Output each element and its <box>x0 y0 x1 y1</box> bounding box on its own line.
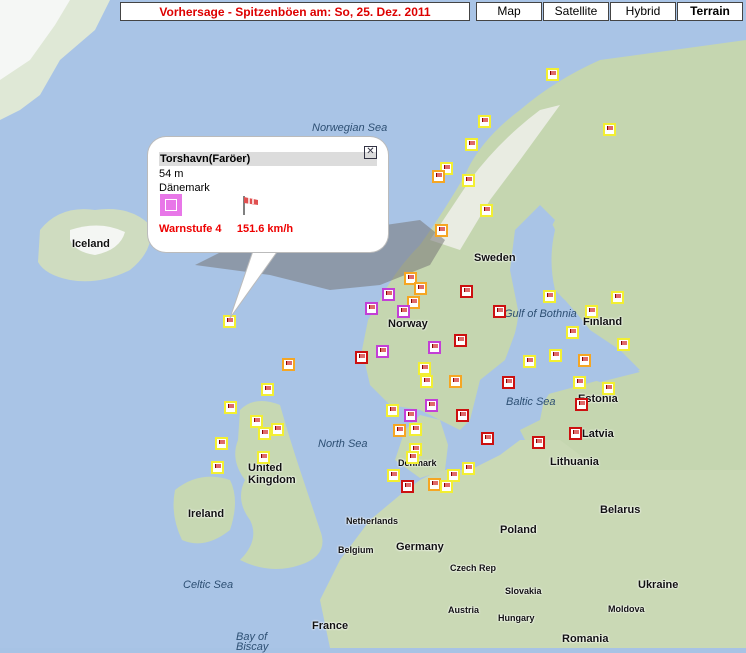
station-marker[interactable] <box>549 349 562 362</box>
station-marker[interactable] <box>435 224 448 237</box>
label-poland: Poland <box>500 524 537 536</box>
station-marker[interactable] <box>404 409 417 422</box>
station-marker[interactable] <box>440 480 453 493</box>
station-marker[interactable] <box>261 383 274 396</box>
station-marker[interactable] <box>460 285 473 298</box>
station-marker[interactable] <box>602 382 615 395</box>
station-marker[interactable] <box>271 423 284 436</box>
forecast-title: Vorhersage - Spitzenböen am: So, 25. Dez… <box>120 2 470 21</box>
map-type-terrain[interactable]: Terrain <box>677 2 743 21</box>
station-marker[interactable] <box>478 115 491 128</box>
station-marker[interactable] <box>611 291 624 304</box>
station-marker[interactable] <box>456 409 469 422</box>
station-marker[interactable] <box>480 204 493 217</box>
station-marker[interactable] <box>401 480 414 493</box>
station-marker[interactable] <box>382 288 395 301</box>
station-marker[interactable] <box>546 68 559 81</box>
map-type-hybrid[interactable]: Hybrid <box>610 2 676 21</box>
station-marker[interactable] <box>215 437 228 450</box>
map-type-switcher: Map Satellite Hybrid Terrain <box>476 2 744 21</box>
station-marker[interactable] <box>465 138 478 151</box>
label-france: France <box>312 620 349 632</box>
station-marker[interactable] <box>449 375 462 388</box>
station-marker[interactable] <box>566 326 579 339</box>
station-marker[interactable] <box>532 436 545 449</box>
label-czech-rep: Czech Rep <box>450 563 497 573</box>
close-icon[interactable]: ✕ <box>364 146 377 159</box>
station-marker[interactable] <box>397 305 410 318</box>
label-lithuania: Lithuania <box>550 456 599 468</box>
label-belarus: Belarus <box>600 504 641 516</box>
label-baltic-sea: Baltic Sea <box>506 396 556 408</box>
station-marker[interactable] <box>387 469 400 482</box>
label-bay-of-biscay: Bay of Biscay <box>236 631 269 653</box>
station-marker[interactable] <box>355 351 368 364</box>
station-marker[interactable] <box>603 123 616 136</box>
wind-flag-icon <box>243 196 258 215</box>
gust-unit: km/h <box>267 223 294 235</box>
station-marker[interactable] <box>420 375 433 388</box>
station-marker[interactable] <box>428 341 441 354</box>
label-norway: Norway <box>388 318 428 330</box>
station-marker[interactable] <box>211 461 224 474</box>
station-marker[interactable] <box>257 451 270 464</box>
warning-line: Warnstufe 4 151.6 km/h <box>159 223 293 235</box>
station-marker[interactable] <box>543 290 556 303</box>
station-marker[interactable] <box>502 376 515 389</box>
warning-level-text: Warnstufe 4 <box>159 223 222 235</box>
station-marker[interactable] <box>585 305 598 318</box>
map-type-map[interactable]: Map <box>476 2 542 21</box>
label-united-kingdom: United Kingdom <box>248 462 296 486</box>
station-marker[interactable] <box>462 462 475 475</box>
station-marker[interactable] <box>224 401 237 414</box>
station-marker[interactable] <box>432 170 445 183</box>
label-norwegian-sea: Norwegian Sea <box>312 122 388 134</box>
station-marker[interactable] <box>578 354 591 367</box>
station-info-popup: Torshavn(Faröer) ✕ 54 m Dänemark Warnstu… <box>148 137 388 252</box>
label-iceland: Iceland <box>72 238 110 250</box>
station-marker[interactable] <box>617 338 630 351</box>
station-marker[interactable] <box>406 451 419 464</box>
station-marker[interactable] <box>454 334 467 347</box>
popup-pointer <box>229 244 283 319</box>
station-marker[interactable] <box>575 398 588 411</box>
station-marker[interactable] <box>258 427 271 440</box>
label-belgium: Belgium <box>338 545 374 555</box>
label-austria: Austria <box>448 605 480 615</box>
station-country: Dänemark <box>159 182 210 194</box>
station-marker[interactable] <box>462 174 475 187</box>
label-hungary: Hungary <box>498 613 535 623</box>
warning-level-4-icon <box>160 194 182 216</box>
station-marker[interactable] <box>481 432 494 445</box>
label-germany: Germany <box>396 541 444 553</box>
station-marker[interactable] <box>425 399 438 412</box>
station-marker[interactable] <box>365 302 378 315</box>
station-marker[interactable] <box>523 355 536 368</box>
label-sweden: Sweden <box>474 252 516 264</box>
label-latvia: Latvia <box>582 428 614 440</box>
gust-value: 151.6 <box>236 223 265 235</box>
label-ireland: Ireland <box>188 508 225 520</box>
label-netherlands: Netherlands <box>346 516 399 526</box>
station-marker[interactable] <box>409 423 422 436</box>
label-ukraine: Ukraine <box>638 579 679 591</box>
station-marker[interactable] <box>569 427 582 440</box>
station-marker[interactable] <box>393 424 406 437</box>
station-marker[interactable] <box>282 358 295 371</box>
station-name: Torshavn(Faröer) <box>159 152 377 166</box>
station-marker[interactable] <box>418 362 431 375</box>
label-gulf-of-bothnia: Gulf of Bothnia <box>504 308 577 320</box>
map-type-satellite[interactable]: Satellite <box>543 2 609 21</box>
station-marker[interactable] <box>573 376 586 389</box>
label-north-sea: North Sea <box>318 438 368 450</box>
station-altitude: 54 m <box>159 168 184 180</box>
label-romania: Romania <box>562 633 609 645</box>
station-marker[interactable] <box>414 282 427 295</box>
station-marker[interactable] <box>386 404 399 417</box>
label-slovakia: Slovakia <box>505 586 542 596</box>
station-marker[interactable] <box>376 345 389 358</box>
label-moldova: Moldova <box>608 604 645 614</box>
label-celtic-sea: Celtic Sea <box>183 579 234 591</box>
station-marker[interactable] <box>493 305 506 318</box>
